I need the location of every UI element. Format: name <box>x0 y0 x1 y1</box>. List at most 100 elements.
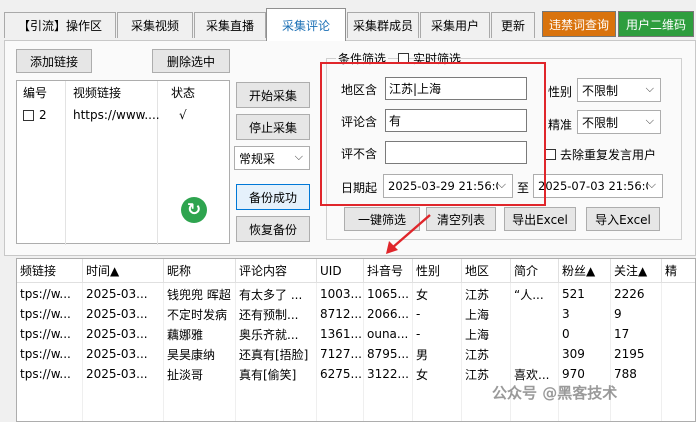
col-header-number: 编号 <box>23 85 48 100</box>
column-divider <box>461 283 462 421</box>
col-header-following[interactable]: 关注▲ <box>611 259 662 283</box>
col-header-extra[interactable]: 精 <box>662 259 695 283</box>
banned-word-query-button[interactable]: 违禁词查询 <box>542 11 616 37</box>
collect-mode-select[interactable]: 常规采 ⌵ <box>234 146 310 170</box>
gender-select[interactable]: 不限制 ⌵ <box>577 78 661 102</box>
chevron-down-icon: ⌵ <box>647 178 656 192</box>
chevron-down-icon: ⌵ <box>645 82 654 95</box>
cell-bio: “人... <box>514 287 544 302</box>
cell-fans: 0 <box>562 327 570 341</box>
row-status: √ <box>179 108 187 122</box>
tab-collect-group-members[interactable]: 采集群成员 <box>347 12 419 38</box>
import-excel-button[interactable]: 导入Excel <box>586 207 660 231</box>
col-header-time[interactable]: 时间▲ <box>83 259 164 283</box>
tab-collect-users[interactable]: 采集用户 <box>420 12 490 38</box>
stop-collect-button[interactable]: 停止采集 <box>236 114 310 140</box>
delete-selected-button[interactable]: 删除选中 <box>152 49 230 73</box>
cell-video-link: tps://w... <box>20 307 71 321</box>
cell-comment: 还真有[捂脸] <box>239 347 309 362</box>
cell-fans: 3 <box>562 307 570 321</box>
cell-following: 9 <box>614 307 622 321</box>
row-checkbox[interactable] <box>23 109 34 121</box>
tab-collect-live[interactable]: 采集直播 <box>194 12 266 38</box>
dedupe-checkbox[interactable]: 去除重复发言用户 <box>545 146 656 163</box>
cell-gender: 女 <box>416 287 429 302</box>
cell-following: 2195 <box>614 347 645 361</box>
cell-time: 2025-03... <box>86 327 148 341</box>
cell-gender: 男 <box>416 347 429 362</box>
cell-nickname: 钱兜兜 晖超 <box>167 287 231 302</box>
cell-gender: - <box>416 327 421 341</box>
tab-collect-video[interactable]: 采集视频 <box>117 12 193 38</box>
tab-operation-area[interactable]: 【引流】操作区 <box>4 12 116 38</box>
cell-douyin-id: 1065... <box>367 287 409 301</box>
cell-douyin-id: 3122... <box>367 367 409 381</box>
cell-comment: 奥乐齐就... <box>239 327 299 342</box>
export-excel-button[interactable]: 导出Excel <box>504 207 576 231</box>
col-header-fans[interactable]: 粉丝▲ <box>559 259 611 283</box>
list-item[interactable]: 2 <box>23 106 47 124</box>
cell-comment: 有太多了 ... <box>239 287 303 302</box>
cell-bio <box>511 304 559 324</box>
cell-douyin-id: 8795... <box>367 347 409 361</box>
col-header-bio[interactable]: 简介 <box>511 259 559 283</box>
cell-nickname: 扯淡哥 <box>167 367 204 382</box>
gender-label: 性别 <box>548 85 573 99</box>
gender-value: 不限制 <box>582 83 619 98</box>
user-qrcode-button[interactable]: 用户二维码 <box>618 11 694 37</box>
column-divider <box>163 283 164 421</box>
column-divider <box>661 283 662 421</box>
accuracy-select[interactable]: 不限制 ⌵ <box>577 110 661 134</box>
cell-comment: 还有预制... <box>239 307 299 322</box>
cell-region: 江苏 <box>465 347 490 362</box>
dedupe-label: 去除重复发言用户 <box>560 148 657 162</box>
cell-bio <box>511 344 559 364</box>
cell-fans: 521 <box>562 287 585 301</box>
cell-region: 江苏 <box>465 367 490 382</box>
tab-update[interactable]: 更新 <box>491 12 535 38</box>
restore-backup-button[interactable]: 恢复备份 <box>236 216 310 242</box>
cell-region: 上海 <box>465 327 490 342</box>
cell-douyin-id: 2066... <box>367 307 409 321</box>
add-link-button[interactable]: 添加链接 <box>16 49 92 73</box>
col-header-status: 状态 <box>171 85 196 100</box>
col-header-comment[interactable]: 评论内容 <box>236 259 317 283</box>
watermark: 公众号 @黑客技术 <box>492 384 618 402</box>
cell-fans: 309 <box>562 347 585 361</box>
cell-time: 2025-03... <box>86 287 148 301</box>
link-list[interactable]: 编号 视频链接 状态 2 https://www.... √ ↻ <box>16 80 230 245</box>
cell-region: 江苏 <box>465 287 490 302</box>
cell-video-link: tps://w... <box>20 327 71 341</box>
tab-collect-comments[interactable]: 采集评论 <box>266 8 346 41</box>
col-header-uid[interactable]: UID <box>317 259 364 283</box>
col-header-gender[interactable]: 性别 <box>413 259 462 283</box>
accuracy-value: 不限制 <box>582 115 619 130</box>
row-number: 2 <box>39 108 47 122</box>
col-header-video-link[interactable]: 频链接 <box>17 259 83 283</box>
cell-time: 2025-03... <box>86 307 148 321</box>
cell-time: 2025-03... <box>86 367 148 381</box>
cell-nickname: 昊昊康纳 <box>167 347 216 362</box>
cell-following: 17 <box>614 327 630 341</box>
cell-following: 2226 <box>614 287 645 301</box>
cell-gender: - <box>416 307 421 321</box>
column-divider <box>235 283 236 421</box>
cell-following: 788 <box>614 367 637 381</box>
clear-list-button[interactable]: 清空列表 <box>426 207 496 231</box>
column-divider <box>316 283 317 421</box>
column-divider <box>363 283 364 421</box>
cell-douyin-id: ouna... <box>367 327 409 341</box>
backup-success-button[interactable]: 备份成功 <box>236 184 310 210</box>
start-collect-button[interactable]: 开始采集 <box>236 82 310 108</box>
col-header-nickname[interactable]: 昵称 <box>164 259 236 283</box>
col-header-douyin-id[interactable]: 抖音号 <box>364 259 413 283</box>
col-header-video-link: 视频链接 <box>73 85 122 100</box>
col-header-region[interactable]: 地区 <box>462 259 511 283</box>
row-video-url: https://www.... <box>73 108 160 122</box>
date-to-picker[interactable]: 2025-07-03 21:56:0 ⌵ <box>533 174 663 198</box>
cell-nickname: 不定时发病 <box>167 307 228 322</box>
chevron-down-icon: ⌵ <box>294 150 303 163</box>
refresh-icon[interactable]: ↻ <box>181 197 207 223</box>
collect-mode-value: 常规采 <box>239 151 276 166</box>
cell-video-link: tps://w... <box>20 347 71 361</box>
